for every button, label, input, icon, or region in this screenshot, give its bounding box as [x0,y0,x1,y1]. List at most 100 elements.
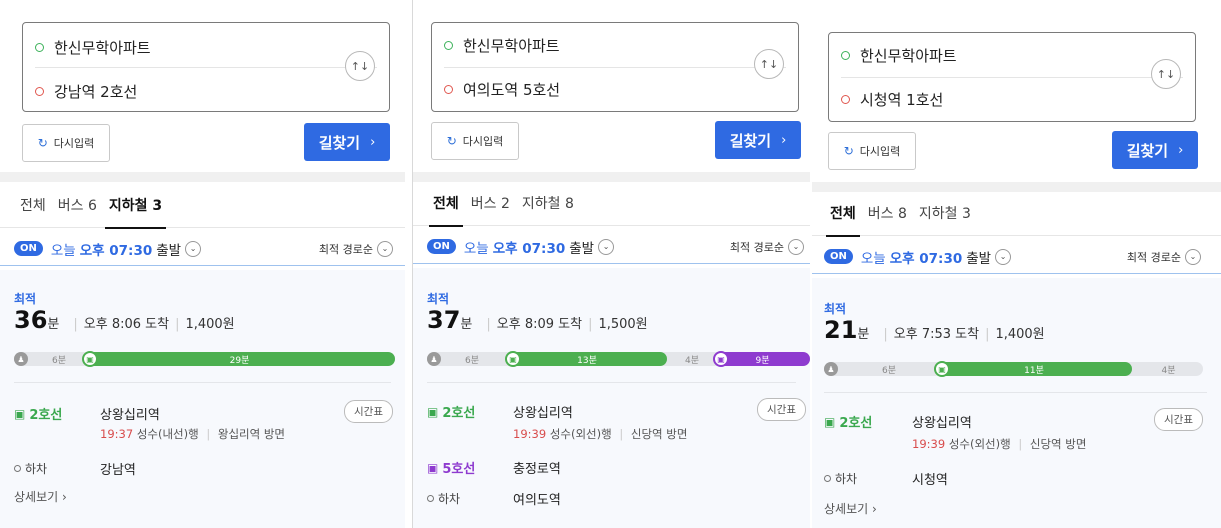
swap-direction-icon[interactable]: ↑↓ [754,49,784,79]
chevron-right-icon: › [781,132,787,148]
today-label: 오늘 [50,242,76,259]
train-info: 19:39 성수(외선)행 | 신당역 방면 [513,426,687,442]
origin-field[interactable]: 한신무학아파트 [444,25,738,65]
train-direction: 성수(외선)행 [948,437,1011,451]
boarding-station: 상왕십리역 [100,408,160,423]
tab-all[interactable]: 전체 [20,184,46,228]
divider [824,392,1207,393]
tab-subway[interactable]: 지하철 3 [919,192,971,236]
subway-icon: ▣ [713,351,729,367]
sort-label: 최적 경로순 [1126,250,1181,264]
train-departure-time: 19:39 [513,427,547,441]
detail-label: 상세보기 [14,490,59,504]
total-minutes: 21 [824,316,858,344]
depart-label: 출발 [966,250,992,267]
reset-button[interactable]: ↻ 다시입력 [828,132,916,170]
chevron-down-icon[interactable]: ⌄ [995,248,1012,265]
origin-text: 한신무학아파트 [463,36,560,55]
chevron-right-icon: › [1178,142,1184,158]
today-label: 오늘 [860,250,886,267]
destination-field[interactable]: 여의도역 5호선 [444,69,738,109]
destination-text: 여의도역 5호선 [463,80,561,99]
destination-dot-icon [841,94,850,104]
chevron-down-icon[interactable]: ⌄ [598,238,615,255]
tab-all[interactable]: 전체 [429,182,463,227]
search-button[interactable]: 길찾기 › [1112,131,1198,169]
divider: | [73,317,78,332]
tab-subway[interactable]: 지하철 3 [104,184,167,229]
destination-field[interactable]: 강남역 2호선 [35,71,329,111]
alight-text: 하차 [438,492,461,506]
sort-dropdown[interactable]: 최적 경로순 ⌄ [1126,248,1201,265]
route-result-card[interactable]: 최적 37 분 | 오후 8:09 도착 | 1,500원 ♟ 6분 13분 ▣… [413,268,810,528]
departure-time[interactable]: 오후 07:30 [493,237,566,257]
detail-link[interactable]: 상세보기 › [824,500,877,517]
timetable-button[interactable]: 시간표 [757,398,806,421]
sort-dropdown[interactable]: 최적 경로순 ⌄ [319,240,393,257]
chevron-down-icon: ⌄ [1185,248,1201,265]
departure-time[interactable]: 오후 07:30 [890,247,963,267]
walk-icon: ♟ [14,352,28,366]
divider: | [206,427,211,441]
subway-icon: ▣ [934,361,950,377]
minute-unit: 분 [857,327,870,342]
divider: | [985,327,990,342]
origin-field[interactable]: 한신무학아파트 [35,27,329,67]
reset-button[interactable]: ↻ 다시입력 [431,122,519,160]
timetable-button[interactable]: 시간표 [1154,408,1203,431]
best-label: 최적 [14,292,37,306]
step-line-2: ▣ 2호선 [14,404,62,424]
segment-walk: 4분 [1161,365,1176,376]
timetable-button[interactable]: 시간표 [344,400,393,423]
depart-label: 출발 [569,240,595,257]
reset-label: 다시입력 [859,145,901,158]
route-divider [841,77,1183,78]
alight-text: 하차 [835,472,858,486]
destination-text: 강남역 2호선 [54,82,138,101]
search-button[interactable]: 길찾기 › [715,121,801,159]
search-button[interactable]: 길찾기 › [304,123,390,161]
tab-all[interactable]: 전체 [826,192,860,237]
route-result-card[interactable]: 최적 21 분 | 오후 7:53 도착 | 1,400원 ♟ 6분 11분 ▣… [812,278,1221,528]
subway-icon: ▣ [427,404,439,419]
alight-dot-icon [427,495,434,502]
alight-text: 하차 [25,462,48,476]
departure-time[interactable]: 오후 07:30 [80,239,153,259]
detail-link[interactable]: 상세보기 › [14,488,67,505]
chevron-down-icon[interactable]: ⌄ [185,240,202,257]
destination-field[interactable]: 시청역 1호선 [841,79,1135,119]
tab-bus[interactable]: 버스 8 [868,192,907,236]
on-toggle[interactable]: ON [824,249,853,264]
subway-icon: ▣ [427,460,439,475]
tab-bus[interactable]: 버스 2 [471,182,510,226]
sort-dropdown[interactable]: 최적 경로순 ⌄ [729,238,804,255]
train-direction: 성수(외선)행 [549,427,612,441]
tab-bus[interactable]: 버스 6 [58,184,97,228]
origin-field[interactable]: 한신무학아파트 [841,35,1135,75]
reset-button[interactable]: ↻ 다시입력 [22,124,110,162]
segment-line2: 13분 [507,352,667,366]
tab-subway[interactable]: 지하철 8 [522,182,574,226]
filter-tabs: 전체 버스 6 지하철 3 [0,184,405,229]
departure-row: ON 오늘 오후 07:30 출발 ⌄ 최적 경로순 ⌄ [0,232,405,266]
alight-station: 시청역 [912,473,948,488]
swap-direction-icon[interactable]: ↑↓ [345,51,375,81]
section-divider [812,182,1221,192]
route-timeline-bar: ♟ 6분 13분 ▣ 4분 9분 ▣ [427,351,810,367]
on-toggle[interactable]: ON [14,241,43,256]
walk-icon: ♟ [427,352,441,366]
arrival-time: 오후 8:09 도착 [496,317,583,332]
platform-direction: 신당역 방면 [1029,437,1087,451]
chevron-right-icon: › [872,502,877,516]
route-result-card[interactable]: 최적 36 분 | 오후 8:06 도착 | 1,400원 ♟ 6분 29분 ▣… [0,270,405,528]
divider [427,382,796,383]
reset-label: 다시입력 [462,135,504,148]
route-timeline-bar: ♟ 6분 29분 ▣ [14,351,395,367]
line-name: 2호선 [442,406,476,421]
on-toggle[interactable]: ON [427,239,456,254]
sort-label: 최적 경로순 [729,240,784,254]
swap-direction-icon[interactable]: ↑↓ [1151,59,1181,89]
chevron-right-icon: › [62,490,67,504]
depart-label: 출발 [156,242,182,259]
line-name: 2호선 [839,416,873,431]
